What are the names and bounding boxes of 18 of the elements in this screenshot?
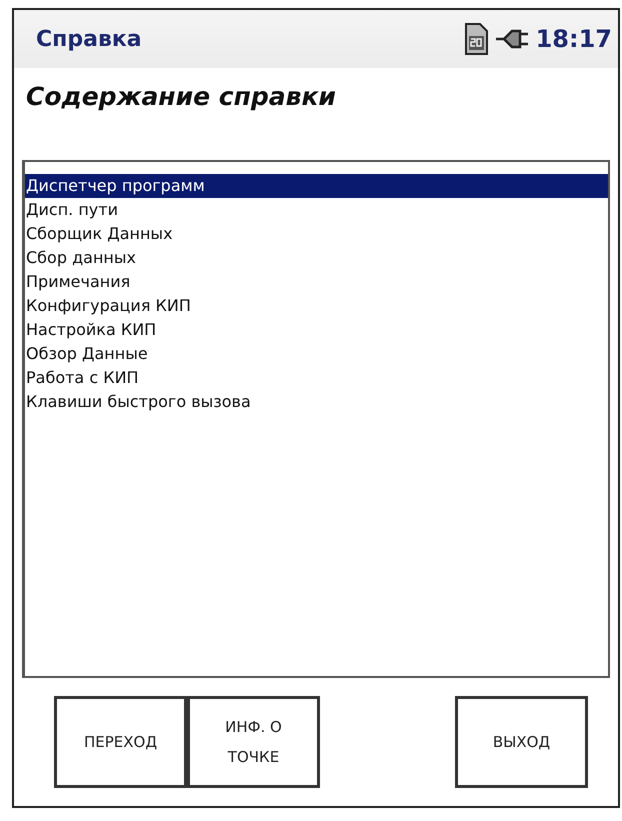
list-item[interactable]: Диспетчер программ bbox=[25, 174, 608, 198]
window-title: Справка bbox=[36, 26, 143, 52]
page-heading: Содержание справки bbox=[25, 81, 337, 113]
list-item[interactable]: Сбор данных bbox=[25, 246, 608, 270]
action-button[interactable]: ПЕРЕХОД bbox=[54, 696, 187, 788]
clock: 18:17 bbox=[536, 25, 612, 53]
list-item[interactable]: Конфигурация КИП bbox=[25, 294, 608, 318]
list-item[interactable]: Настройка КИП bbox=[25, 318, 608, 342]
list-item[interactable]: Сборщик Данных bbox=[25, 222, 608, 246]
list-item[interactable]: Примечания bbox=[25, 270, 608, 294]
action-button[interactable]: ИНФ. О ТОЧКЕ bbox=[187, 696, 320, 788]
action-button[interactable]: ВЫХОД bbox=[455, 696, 588, 788]
list-item[interactable]: Клавиши быстрого вызова bbox=[25, 390, 608, 414]
list-item[interactable]: Работа с КИП bbox=[25, 366, 608, 390]
plug-icon bbox=[496, 27, 530, 51]
list-item[interactable]: Дисп. пути bbox=[25, 198, 608, 222]
sd-card-icon bbox=[464, 23, 488, 55]
list-item[interactable]: Обзор Данные bbox=[25, 342, 608, 366]
